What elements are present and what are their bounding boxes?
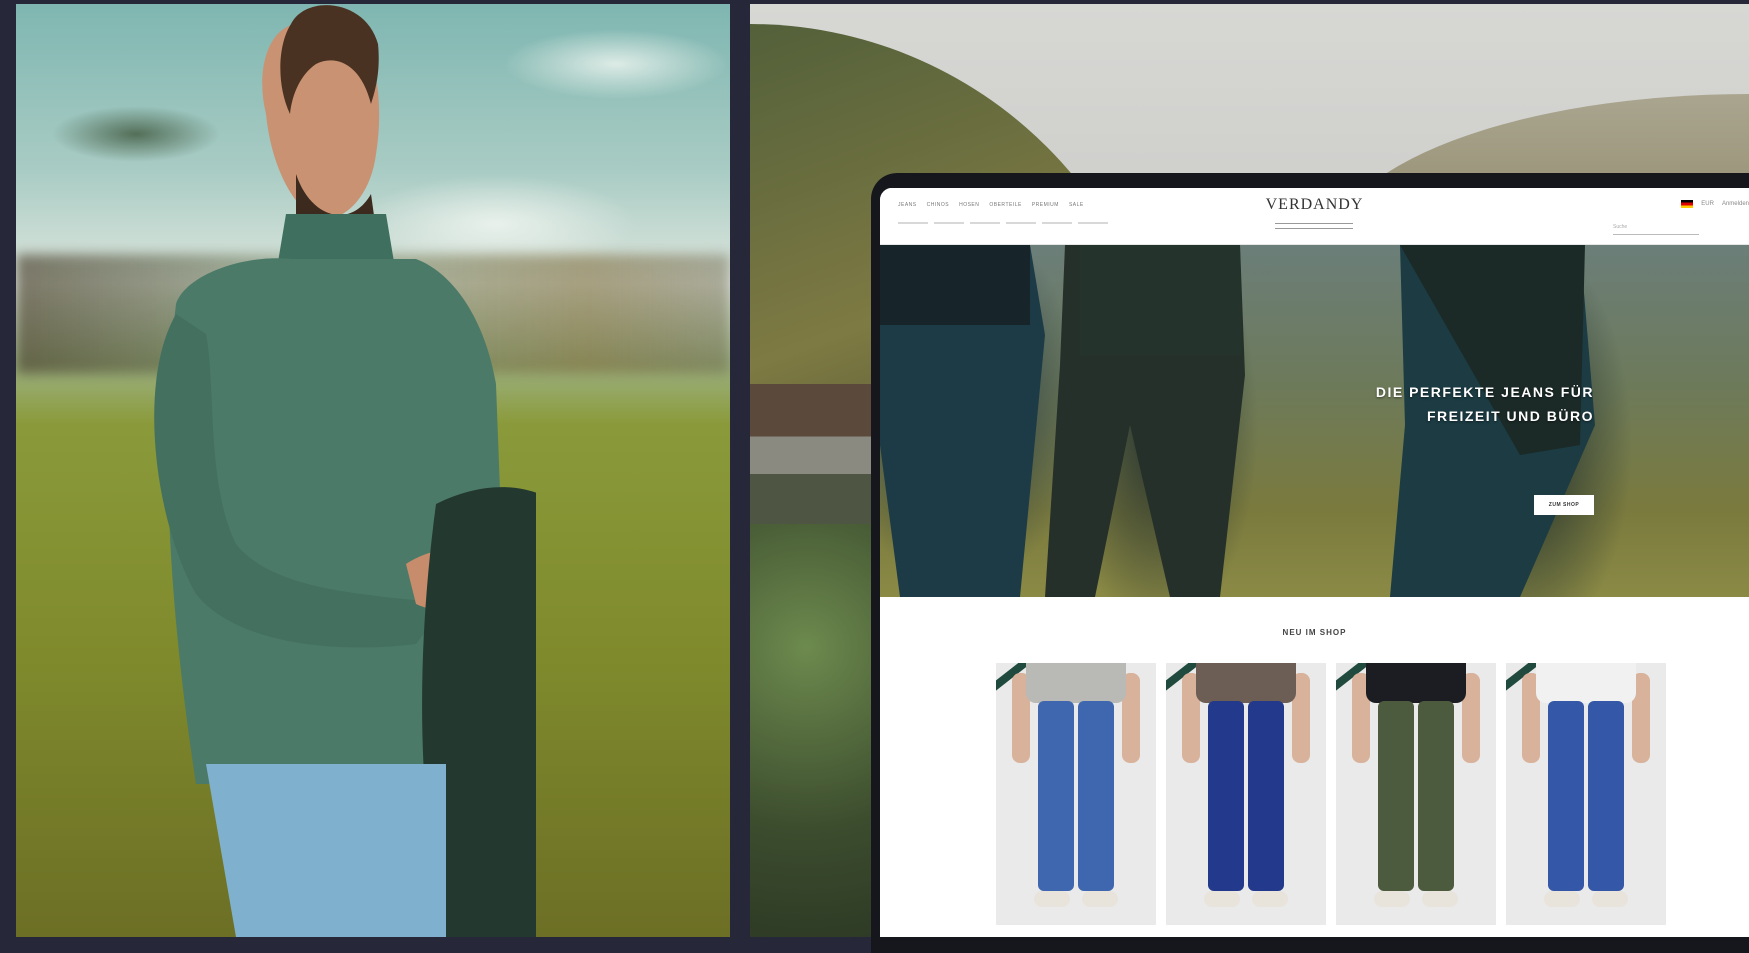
jeans-leg [1248,701,1284,891]
product-grid [996,663,1666,925]
jeans-leg [1038,701,1074,891]
subnav-item[interactable] [970,222,1000,224]
model-shirt [1026,663,1126,703]
product-card[interactable] [1336,663,1496,925]
jeans-leg [1378,701,1414,891]
sneaker [1592,891,1628,907]
site-logo[interactable]: VERDANDY [880,196,1749,214]
subnav-item[interactable] [1006,222,1036,224]
shop-now-button[interactable]: ZUM SHOP [1534,495,1594,515]
sneaker [1034,891,1070,907]
lifestyle-photo-man-turtleneck [16,4,730,937]
logo-tagline [1275,223,1353,229]
jeans-leg [1078,701,1114,891]
product-card[interactable] [1166,663,1326,925]
sneaker [1252,891,1288,907]
sneaker [1082,891,1118,907]
currency-selector[interactable]: EUR [1701,201,1714,207]
hero-title: DIE PERFEKTE JEANS FÜR FREIZEIT UND BÜRO [1294,380,1594,428]
jeans-leg [1548,701,1584,891]
subnav-item[interactable] [934,222,964,224]
model-shirt [1366,663,1466,703]
model-shirt [1196,663,1296,703]
foreground-plants [750,524,890,937]
jeans-leg [1418,701,1454,891]
subnav-item[interactable] [1078,222,1108,224]
language-flag-icon[interactable] [1681,200,1694,208]
tablet-screen-website: JEANS CHINOS HOSEN OBERTEILE PREMIUM SAL… [880,188,1749,937]
account-link[interactable]: Anmelden [1722,201,1749,207]
subnav-item[interactable] [1042,222,1072,224]
header-actions: EUR Anmelden [1681,200,1749,208]
hero-title-line: FREIZEIT UND BÜRO [1426,408,1594,424]
site-subnav [898,222,1108,224]
sneaker [1422,891,1458,907]
hero-title-line: DIE PERFEKTE JEANS FÜR [1375,384,1594,400]
subnav-item[interactable] [898,222,928,224]
section-title: NEU IM SHOP [1282,628,1347,637]
wooden-cabin [750,384,880,534]
search-input[interactable]: Suche [1613,224,1699,235]
jeans-leg [1588,701,1624,891]
site-header: JEANS CHINOS HOSEN OBERTEILE PREMIUM SAL… [880,188,1749,245]
model-figure [154,5,536,937]
product-card[interactable] [996,663,1156,925]
sneaker [1204,891,1240,907]
model-shirt [1536,663,1636,703]
sneaker [1374,891,1410,907]
sneaker [1544,891,1580,907]
product-card[interactable] [1506,663,1666,925]
jeans-leg [1208,701,1244,891]
hero-banner: DIE PERFEKTE JEANS FÜR FREIZEIT UND BÜRO… [880,245,1749,597]
